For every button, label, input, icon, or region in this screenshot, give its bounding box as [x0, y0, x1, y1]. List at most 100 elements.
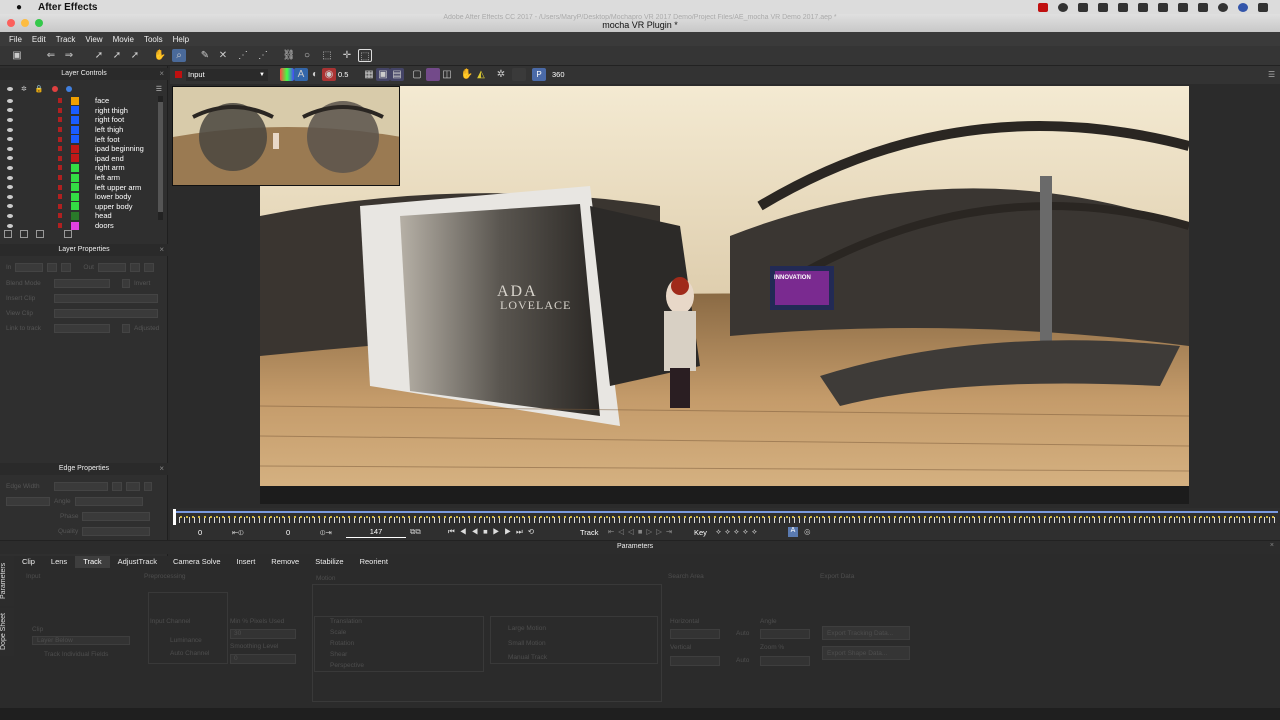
phase-field[interactable]: [82, 512, 151, 521]
invert-checkbox[interactable]: [122, 279, 130, 288]
record-icon[interactable]: [1038, 2, 1048, 12]
layer-color-swatch[interactable]: [71, 202, 79, 211]
app-name[interactable]: After Effects: [38, 2, 97, 13]
ellipse-tool-icon[interactable]: ○: [300, 49, 314, 62]
keyboard-icon[interactable]: [1098, 2, 1108, 12]
start-frame[interactable]: 0: [198, 528, 202, 537]
tab-adjusttrack[interactable]: AdjustTrack: [110, 556, 165, 568]
large-motion-option[interactable]: Large Motion: [508, 625, 546, 632]
add-layer-icon[interactable]: [4, 230, 12, 238]
menu-movie[interactable]: Movie: [108, 35, 139, 44]
track-buttons[interactable]: ⇤◁◁■▷▷⇥: [608, 527, 676, 536]
set-in-icon[interactable]: ⇤⦶: [232, 528, 244, 538]
visibility-icon[interactable]: [7, 194, 13, 199]
out-clear-button[interactable]: [143, 263, 154, 272]
apple-icon[interactable]: ●: [12, 2, 26, 13]
layer-row[interactable]: ipad end: [4, 154, 162, 164]
smoothing-field[interactable]: 0: [230, 654, 296, 664]
layer-color-swatch[interactable]: [71, 144, 79, 153]
status-icon[interactable]: [1058, 2, 1068, 12]
motion-shear[interactable]: Shear: [330, 651, 347, 658]
layer-name[interactable]: upper body: [95, 202, 133, 211]
visibility-icon[interactable]: [7, 165, 13, 170]
tab-track[interactable]: Track: [75, 556, 110, 568]
viewer[interactable]: ADA LOVELACE INNOVATION: [170, 84, 1280, 508]
redo-icon[interactable]: ⇒: [62, 49, 76, 62]
menu-view[interactable]: View: [80, 35, 107, 44]
delete-layer-icon[interactable]: [36, 230, 44, 238]
export-shape-data-button[interactable]: Export Shape Data...: [822, 646, 910, 660]
blend-mode-select[interactable]: [54, 279, 110, 288]
select-tool-icon[interactable]: ➚: [92, 49, 106, 62]
edge-width-field[interactable]: [54, 482, 108, 491]
vr-360-button[interactable]: 360: [552, 70, 565, 79]
timeline[interactable]: [170, 508, 1280, 528]
menu-edit[interactable]: Edit: [27, 35, 51, 44]
visibility-icon[interactable]: [7, 146, 13, 151]
tab-reorient[interactable]: Reorient: [352, 556, 396, 568]
view-clip-select[interactable]: [54, 309, 158, 318]
visibility-icon[interactable]: [7, 87, 13, 91]
layer-color-swatch[interactable]: [71, 125, 79, 134]
layer-row[interactable]: left thigh: [4, 125, 162, 135]
lock-icon[interactable]: [58, 117, 62, 123]
add-bezier-icon[interactable]: ⋰: [256, 49, 270, 62]
spline-view-icon[interactable]: ▢: [410, 68, 424, 81]
out-set-button[interactable]: [129, 263, 140, 272]
lock-icon[interactable]: [58, 203, 62, 209]
mask-icon[interactable]: ◉: [322, 68, 336, 81]
transform-icon[interactable]: ⬚: [320, 49, 334, 62]
zoom-field[interactable]: [760, 656, 810, 666]
airplay-icon[interactable]: [1158, 2, 1168, 12]
siri-icon[interactable]: [1238, 2, 1248, 12]
menu-icon[interactable]: ☰: [156, 85, 162, 93]
undo-icon[interactable]: ⇐: [44, 49, 58, 62]
lock-icon[interactable]: [58, 194, 62, 200]
visibility-icon[interactable]: [7, 117, 13, 122]
key-buttons[interactable]: ⟡⟡⟡⟡⟡: [716, 527, 761, 537]
planar-view-icon[interactable]: ◫: [440, 68, 454, 81]
layer-row[interactable]: left foot: [4, 134, 162, 144]
settings-icon[interactable]: ✲: [494, 68, 508, 81]
layer-name[interactable]: right thigh: [95, 106, 128, 115]
opacity-value[interactable]: 0.5: [338, 70, 348, 79]
search-icon[interactable]: [1218, 2, 1228, 12]
key-delete-icon[interactable]: ◎: [804, 527, 811, 536]
lock-icon[interactable]: 🔒: [35, 85, 44, 93]
rgb-channel-icon[interactable]: [280, 68, 294, 81]
layer-scrollbar-thumb[interactable]: [158, 102, 163, 212]
layer-row[interactable]: face: [4, 96, 162, 106]
layer-scrollbar[interactable]: [158, 96, 163, 220]
side-tab-dope-sheet[interactable]: Dope Sheet: [0, 608, 14, 656]
in-field[interactable]: [15, 263, 44, 272]
layer-color-swatch[interactable]: [71, 192, 79, 201]
tab-insert[interactable]: Insert: [229, 556, 264, 568]
layer-row[interactable]: right thigh: [4, 106, 162, 116]
view-color-swatch[interactable]: [175, 71, 182, 78]
tab-remove[interactable]: Remove: [263, 556, 307, 568]
select-points-icon[interactable]: ➚: [110, 49, 124, 62]
edge-width-set[interactable]: [126, 482, 140, 491]
layer-color-swatch[interactable]: [71, 211, 79, 220]
add-point-icon[interactable]: ➚: [128, 49, 142, 62]
volume-icon[interactable]: [1178, 2, 1188, 12]
layer-color-swatch[interactable]: [71, 96, 79, 105]
side-tab-parameters[interactable]: Parameters: [0, 556, 14, 606]
manual-track-option[interactable]: Manual Track: [508, 654, 547, 661]
layer-row[interactable]: ipad beginning: [4, 144, 162, 154]
layer-row[interactable]: doors: [4, 221, 162, 231]
layer-color-swatch[interactable]: [71, 115, 79, 124]
quality-field[interactable]: [82, 527, 151, 536]
auto-key-icon[interactable]: A: [788, 527, 798, 537]
layer-name[interactable]: right arm: [95, 163, 125, 172]
bezier-tool-icon[interactable]: ⋰: [236, 49, 250, 62]
lock-icon[interactable]: [58, 165, 62, 171]
layer-name[interactable]: face: [95, 96, 109, 105]
visibility-icon[interactable]: [7, 127, 13, 132]
set-out-icon[interactable]: ⦶⇥: [320, 528, 332, 538]
current-frame-field[interactable]: 147: [346, 527, 406, 538]
lock-icon[interactable]: [58, 175, 62, 181]
stabilize-view-icon[interactable]: ◭: [474, 68, 488, 81]
clip-select[interactable]: Layer Below: [32, 636, 130, 645]
out-field[interactable]: [97, 263, 126, 272]
